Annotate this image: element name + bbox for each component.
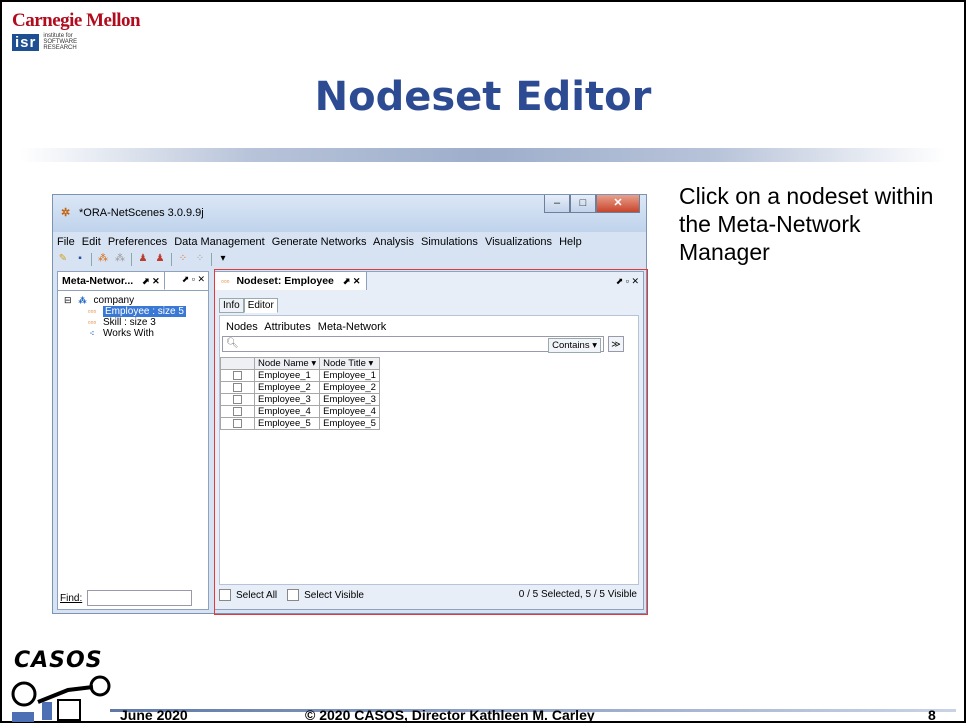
panel-divider <box>58 290 208 291</box>
menu-simulations[interactable]: Simulations <box>421 236 478 248</box>
tree-item-label: Works With <box>103 328 154 339</box>
window-titlebar[interactable]: ✲ *ORA-NetScenes 3.0.9.9j – □ ✕ <box>53 195 646 232</box>
nodeset-icon[interactable]: ⁂ <box>97 253 109 265</box>
menu-visualizations[interactable]: Visualizations <box>485 236 552 248</box>
tree-root[interactable]: ⊟ ⁂ company <box>64 295 186 306</box>
page-number: 8 <box>928 707 936 723</box>
toolbar-separator <box>171 252 172 266</box>
highlight-box <box>214 269 648 615</box>
nodeset-icon: ▫▫▫ <box>87 318 97 327</box>
maximize-button[interactable]: □ <box>570 195 596 213</box>
menu-file[interactable]: File <box>57 236 75 248</box>
tree-item-works-with[interactable]: ⁖ Works With <box>64 328 186 339</box>
panel-controls[interactable]: ⬈ ▫ ✕ <box>182 274 205 285</box>
ora-app-icon: ✲ <box>61 207 71 219</box>
toolbar-separator <box>211 252 212 266</box>
meta-network-tab-label: Meta-Networ... <box>62 275 134 287</box>
tree-root-label: company <box>93 295 135 306</box>
menu-edit[interactable]: Edit <box>82 236 101 248</box>
meta-network-icon: ⁂ <box>78 296 87 305</box>
menu-generate-networks[interactable]: Generate Networks <box>272 236 367 248</box>
toolbar-separator <box>131 252 132 266</box>
slide-title: Nodeset Editor <box>314 74 652 120</box>
meta-network-tree: ⊟ ⁂ company ▫▫▫ Employee : size 5 ▫▫▫ Sk… <box>64 295 186 339</box>
footer-copyright: © 2020 CASOS, Director Kathleen M. Carle… <box>305 707 595 723</box>
menu-preferences[interactable]: Preferences <box>108 236 167 248</box>
find-input[interactable] <box>87 590 193 606</box>
carnegie-mellon-logo: Carnegie Mellon <box>12 10 141 31</box>
window-controls: – □ ✕ <box>544 195 640 213</box>
tree-item-employee[interactable]: ▫▫▫ Employee : size 5 <box>64 306 186 317</box>
casos-text: CASOS <box>14 648 103 673</box>
people-red-icon[interactable]: ♟ <box>154 253 166 265</box>
isr-mark: isr <box>12 33 40 51</box>
tree-item-label: Employee : size 5 <box>103 306 186 317</box>
network-gray-icon[interactable]: ⁘ <box>194 253 206 265</box>
nodeset-icon: ▫▫▫ <box>87 307 97 316</box>
collapse-icon[interactable]: ⊟ <box>64 295 72 306</box>
tab-controls[interactable]: ⬈ ✕ <box>142 276 160 286</box>
wand-icon[interactable]: ✎ <box>57 253 69 265</box>
toolbar-separator <box>91 252 92 266</box>
toolbar: ✎ ▪ ⁂ ⁂ ♟ ♟ ⁘ ⁘ ▾ <box>57 251 229 267</box>
meta-network-manager-panel: Meta-Networ... ⬈ ✕ ⬈ ▫ ✕ ⊟ ⁂ company ▫▫▫… <box>57 271 209 610</box>
title-divider <box>20 148 946 162</box>
tree-item-label: Skill : size 3 <box>103 317 156 328</box>
isr-text: institute for SOFTWARE RESEARCH <box>43 33 78 51</box>
menu-analysis[interactable]: Analysis <box>373 236 414 248</box>
save-icon[interactable]: ▪ <box>74 253 86 265</box>
find-label: Find: <box>60 592 83 604</box>
tree-item-skill[interactable]: ▫▫▫ Skill : size 3 <box>64 317 186 328</box>
instruction-text: Click on a nodeset within the Meta-Netwo… <box>679 183 934 265</box>
close-button[interactable]: ✕ <box>596 195 640 213</box>
dropdown-icon[interactable]: ▾ <box>217 253 229 265</box>
isr-logo: isr institute for SOFTWARE RESEARCH <box>12 33 77 51</box>
menu-data-management[interactable]: Data Management <box>174 236 265 248</box>
network-icon[interactable]: ⁘ <box>177 253 189 265</box>
window-title: *ORA-NetScenes 3.0.9.9j <box>79 207 204 219</box>
find-row: Find: <box>60 590 193 606</box>
network-icon: ⁖ <box>89 329 95 338</box>
nodeset-gray-icon[interactable]: ⁂ <box>114 253 126 265</box>
menu-help[interactable]: Help <box>559 236 582 248</box>
footer-date: June 2020 <box>120 707 188 723</box>
minimize-button[interactable]: – <box>544 195 570 213</box>
people-icon[interactable]: ♟ <box>137 253 149 265</box>
meta-network-tab[interactable]: Meta-Networ... ⬈ ✕ <box>58 272 165 290</box>
menu-bar: File Edit Preferences Data Management Ge… <box>57 236 586 248</box>
